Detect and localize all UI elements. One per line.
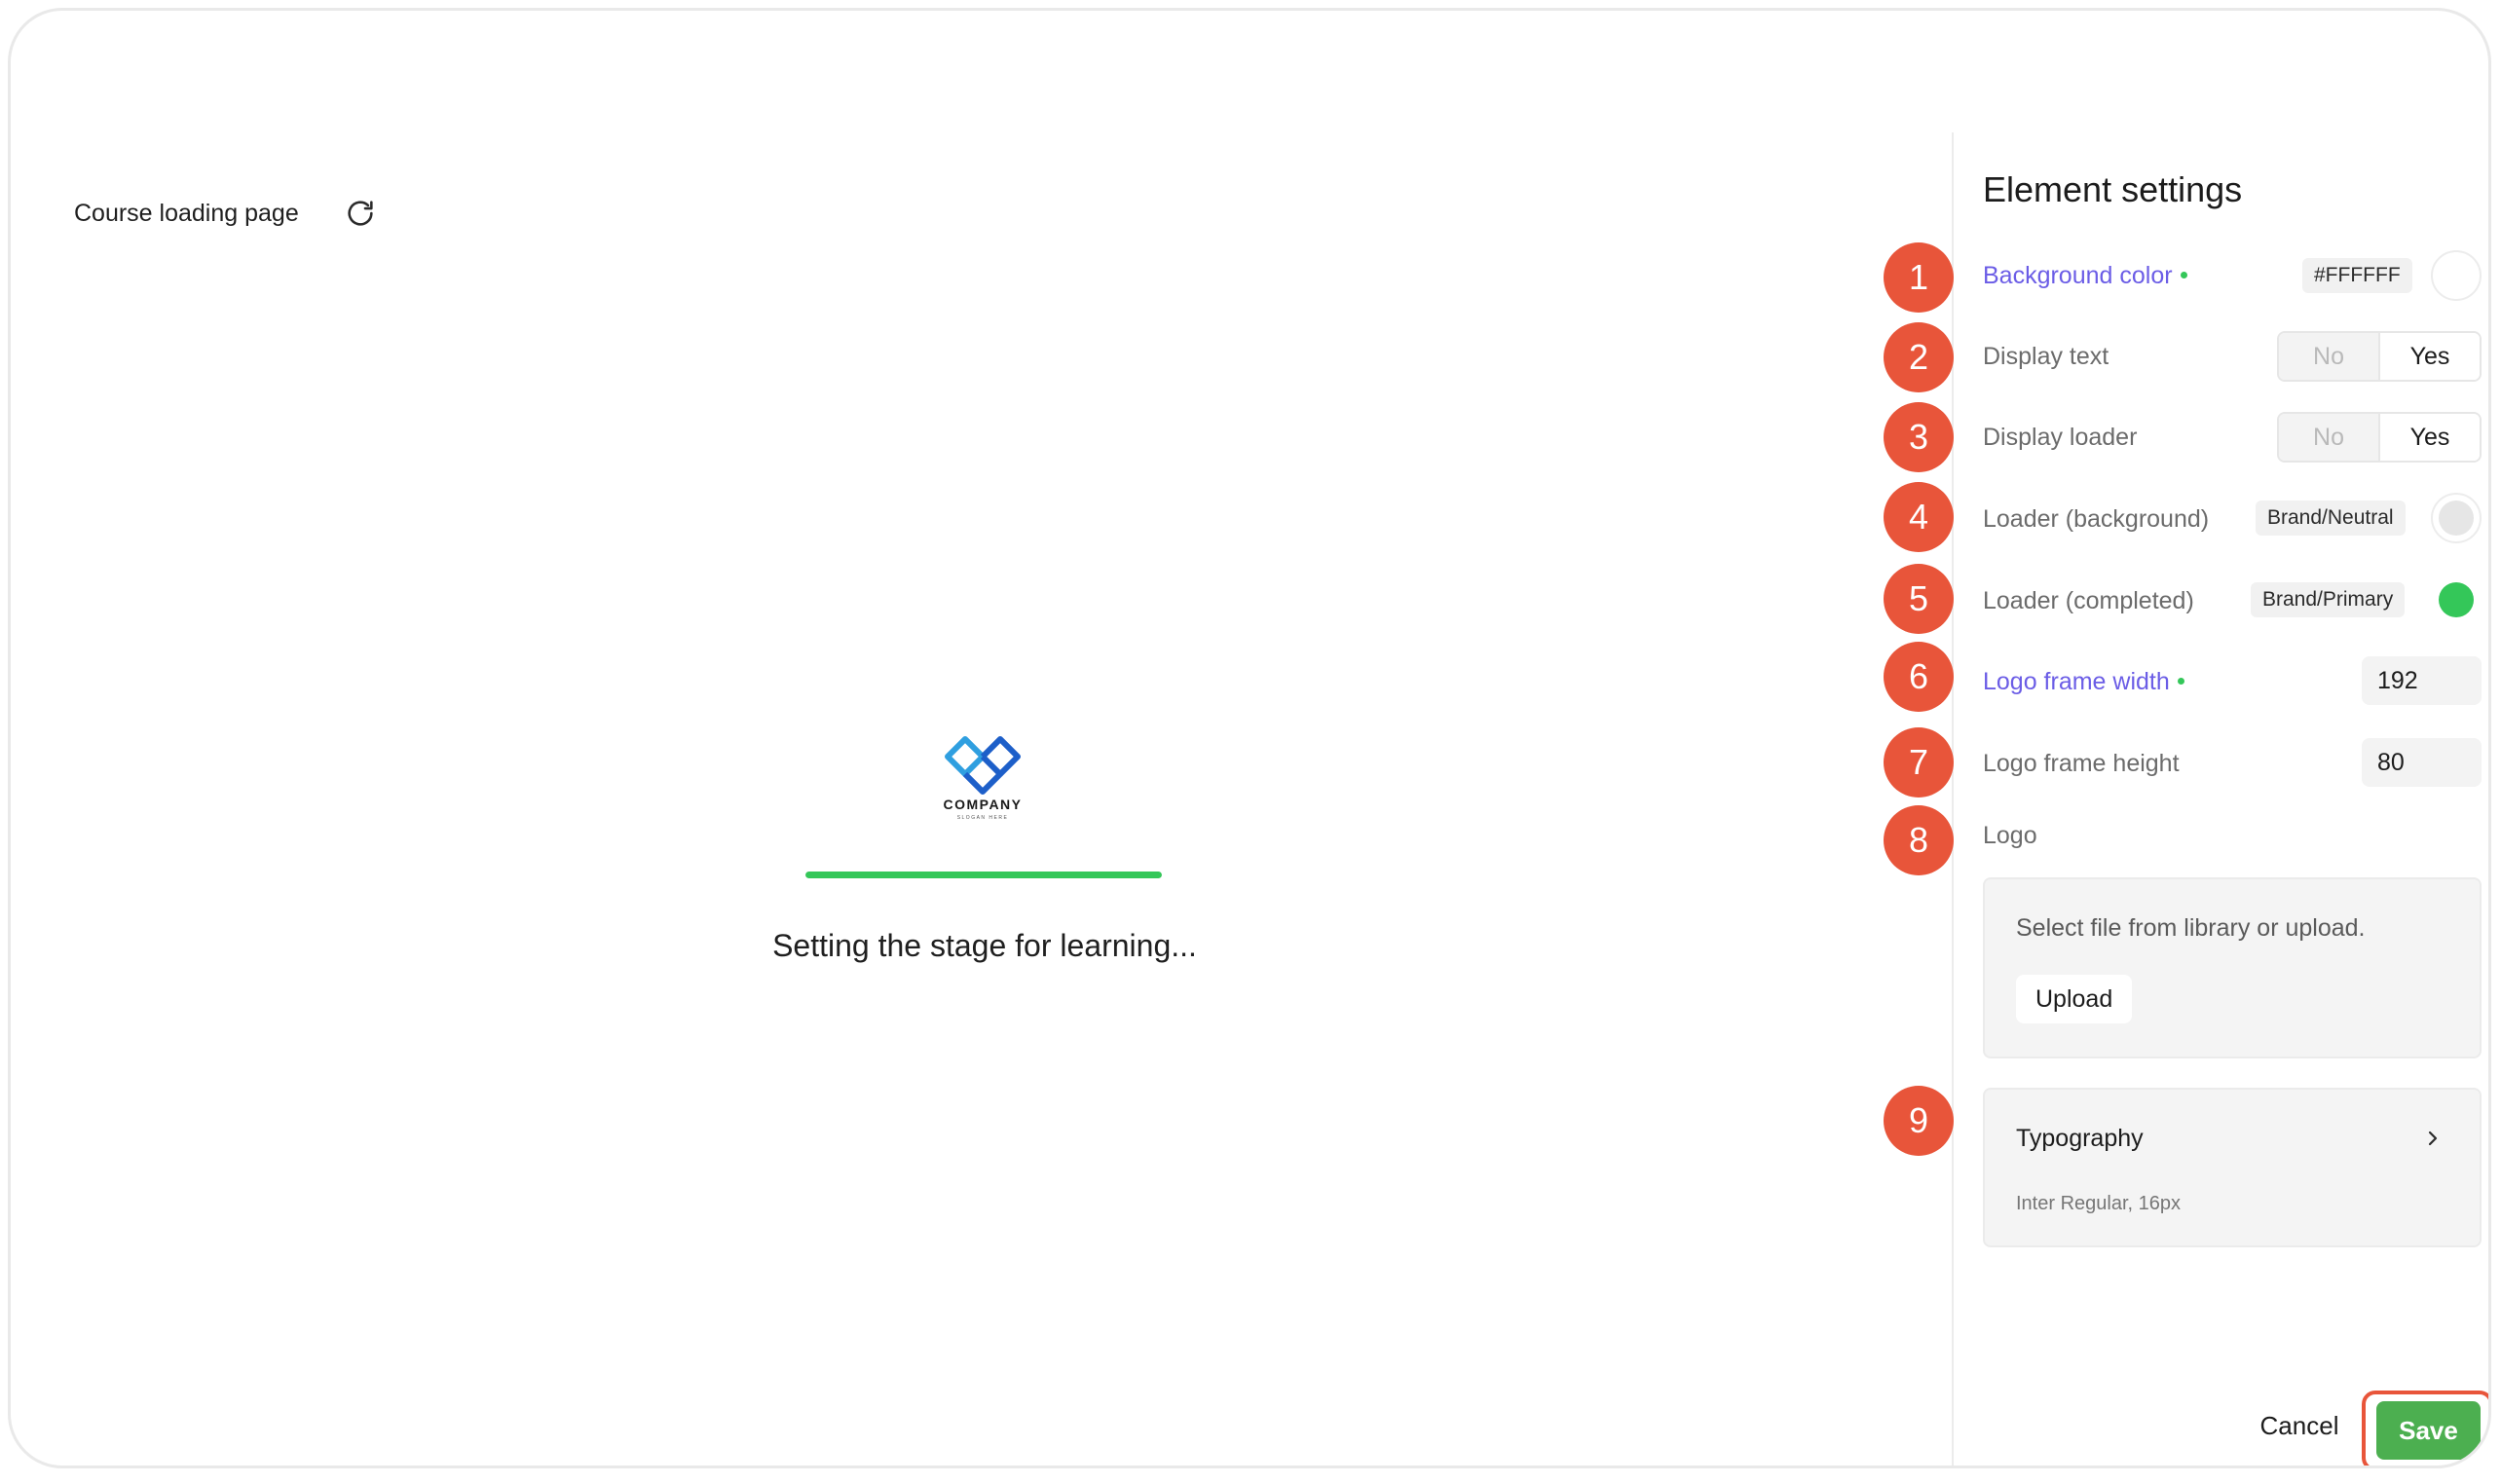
typography-title: Typography [2016, 1125, 2144, 1152]
display-loader-label: Display loader [1983, 424, 2138, 451]
panel-divider [1952, 132, 1954, 1465]
step-badge: 7 [1884, 727, 1954, 798]
background-color-swatch[interactable] [2431, 250, 2482, 301]
loader-progress-bar [805, 872, 1162, 878]
background-color-swatch-fill [2439, 258, 2474, 293]
display-text-no[interactable]: No [2279, 333, 2378, 380]
refresh-icon[interactable] [344, 197, 377, 230]
step-badge: 8 [1884, 805, 1954, 875]
logo-frame-width-input[interactable]: 192 [2362, 656, 2482, 705]
loader-completed-label: Loader (completed) [1983, 587, 2194, 614]
app-window: Course loading page COMPANY SLOGAN HERE … [8, 8, 2491, 1468]
display-text-label: Display text [1983, 343, 2109, 370]
panel-title: Element settings [1983, 169, 2243, 209]
company-logo-icon: COMPANY SLOGAN HERE [943, 736, 1022, 821]
logo-label: Logo [1983, 822, 2037, 849]
step-badge: 5 [1884, 564, 1954, 634]
logo-upload-card: Select file from library or upload. Uplo… [1983, 877, 2482, 1058]
logo-slogan: SLOGAN HERE [957, 815, 1009, 821]
background-color-label-text: Background color [1983, 262, 2173, 289]
display-loader-no[interactable]: No [2279, 414, 2378, 461]
step-badge: 2 [1884, 322, 1954, 392]
display-text-yes[interactable]: Yes [2378, 333, 2480, 380]
page-title: Course loading page [74, 200, 299, 227]
step-badge: 1 [1884, 242, 1954, 313]
display-text-toggle: No Yes [2277, 331, 2482, 382]
background-color-value[interactable]: #FFFFFF [2302, 258, 2412, 293]
typography-value: Inter Regular, 16px [2016, 1193, 2181, 1214]
modified-dot [2177, 677, 2184, 685]
logo-frame-width-label-text: Logo frame width [1983, 668, 2170, 695]
step-badge: 4 [1884, 482, 1954, 552]
chevron-right-icon [2428, 1131, 2438, 1146]
logo-frame-height-input[interactable]: 80 [2362, 738, 2482, 787]
loader-background-token[interactable]: Brand/Neutral [2256, 501, 2406, 536]
display-loader-yes[interactable]: Yes [2378, 414, 2480, 461]
logo-frame-width-label: Logo frame width [1983, 668, 2184, 696]
cancel-button[interactable]: Cancel [2251, 1411, 2348, 1441]
loader-completed-token[interactable]: Brand/Primary [2251, 582, 2406, 617]
loader-background-swatch-fill [2439, 501, 2474, 536]
loading-text: Setting the stage for learning... [772, 928, 1197, 963]
display-loader-toggle: No Yes [2277, 412, 2482, 463]
save-button[interactable]: Save [2376, 1401, 2481, 1460]
upload-button[interactable]: Upload [2016, 975, 2133, 1023]
step-badge: 9 [1884, 1086, 1954, 1156]
loader-completed-swatch-fill [2439, 582, 2474, 617]
loader-completed-swatch[interactable] [2431, 575, 2482, 625]
step-badge: 3 [1884, 402, 1954, 472]
typography-card[interactable]: Typography Inter Regular, 16px [1983, 1088, 2482, 1247]
loader-progress-fill [805, 872, 1162, 878]
upload-hint: Select file from library or upload. [2016, 914, 2366, 942]
loader-background-label: Loader (background) [1983, 505, 2210, 533]
logo-wordmark: COMPANY [943, 797, 1022, 812]
logo-frame-height-label: Logo frame height [1983, 750, 2180, 777]
background-color-label: Background color [1983, 262, 2187, 290]
modified-dot [2180, 271, 2187, 278]
step-badge: 6 [1884, 642, 1954, 712]
loader-background-swatch[interactable] [2431, 493, 2482, 543]
